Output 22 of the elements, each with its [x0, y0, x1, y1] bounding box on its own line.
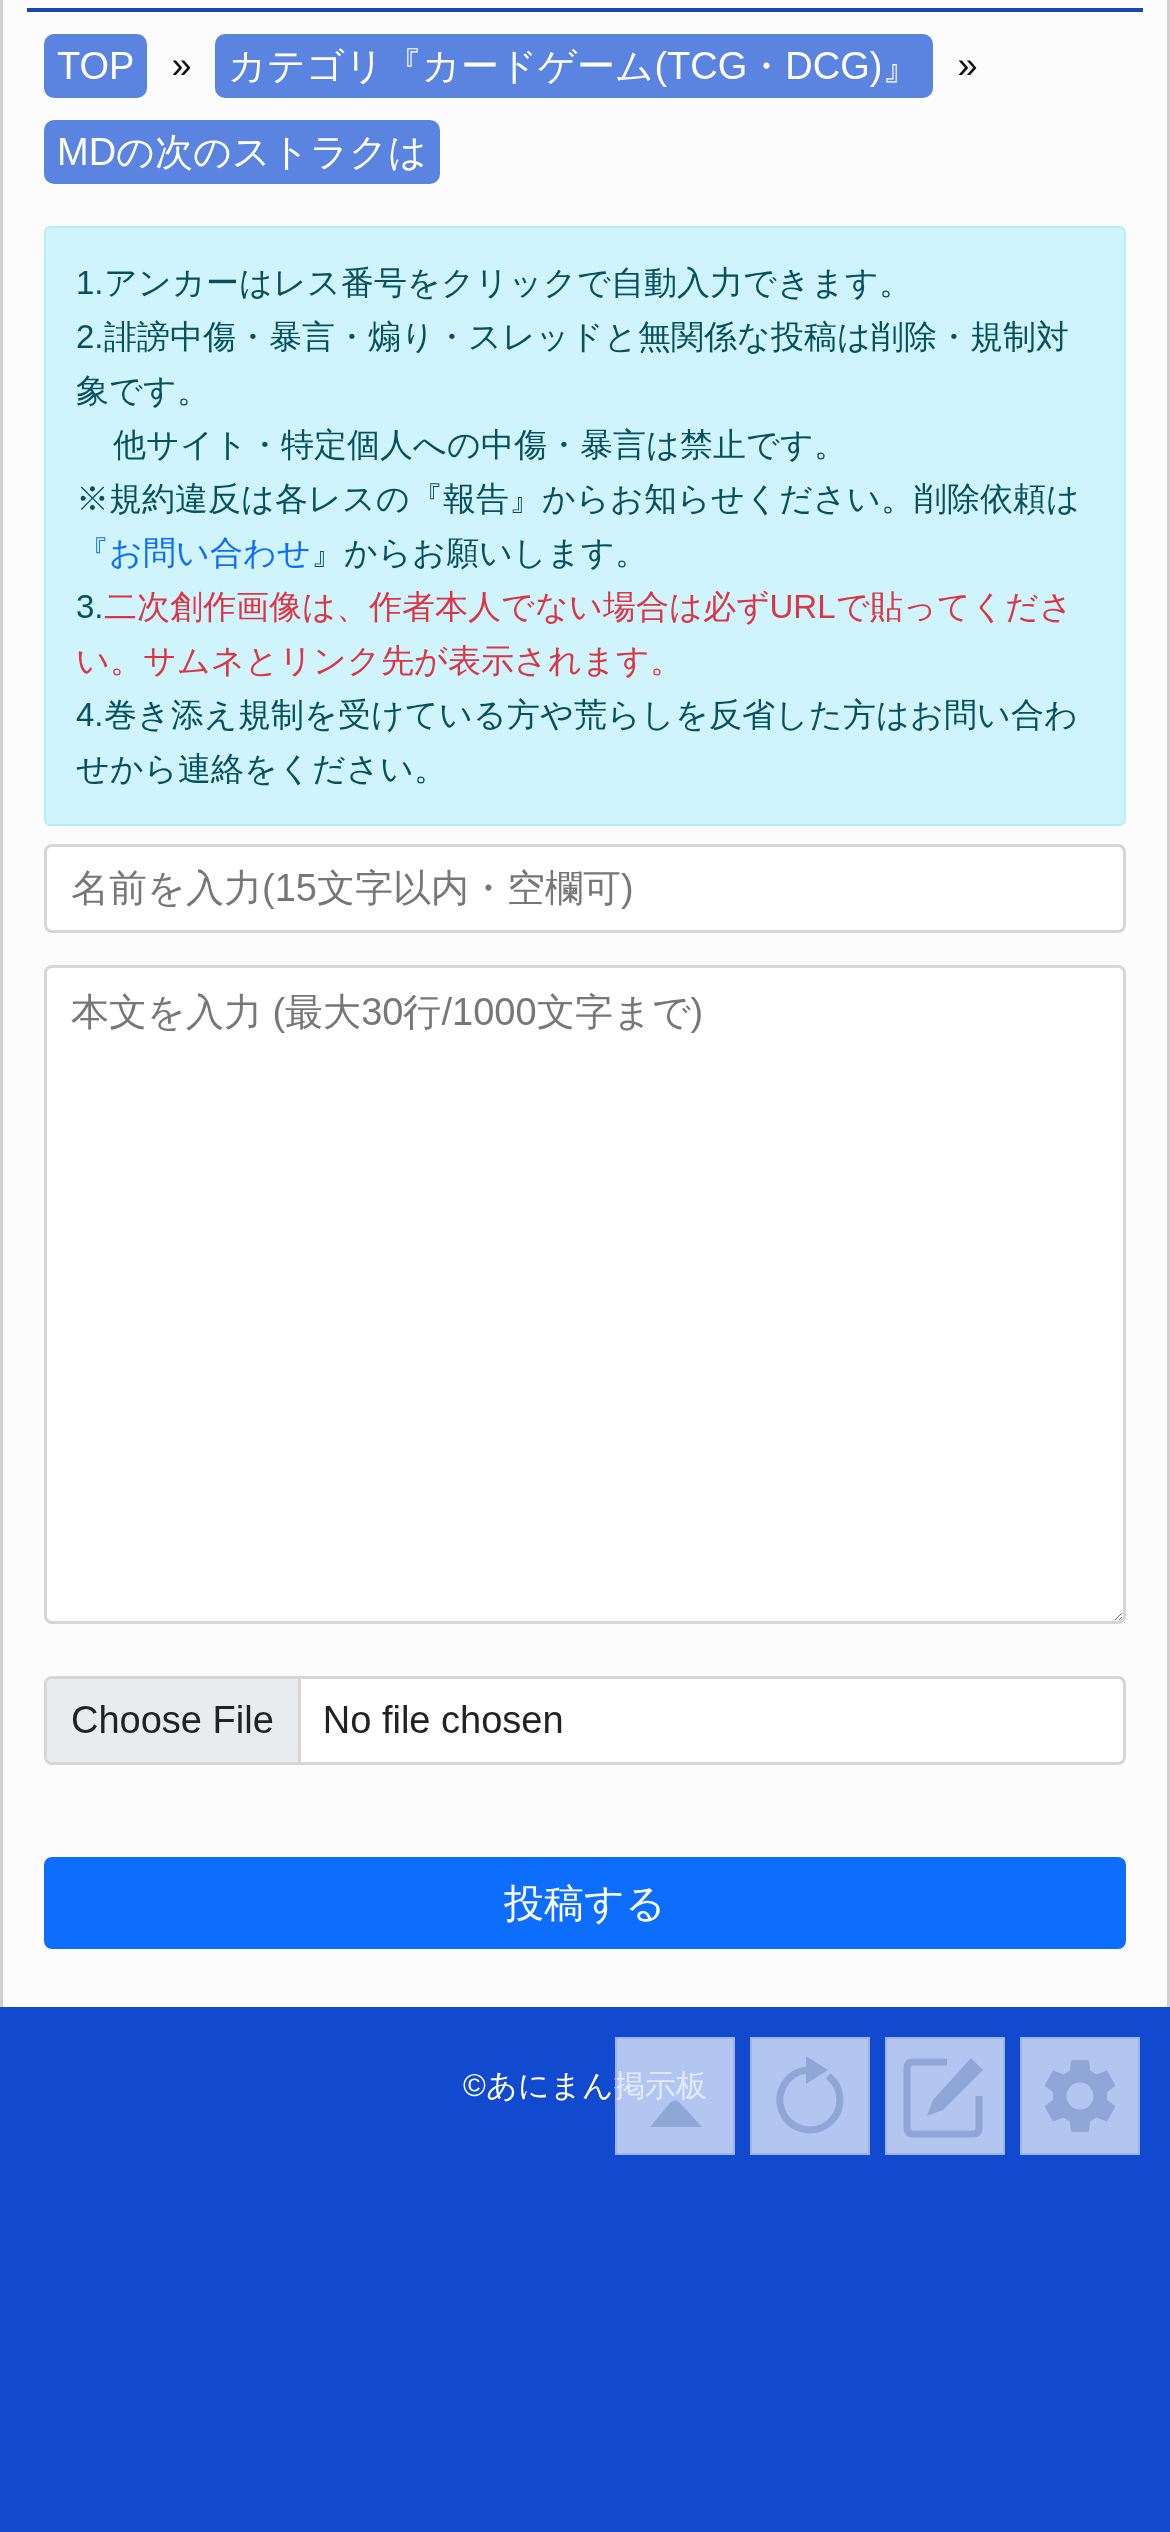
notice-text: 2.誹謗中傷・暴言・煽り・スレッドと無関係な投稿は削除・規制対象です。: [76, 317, 1070, 411]
file-input[interactable]: Choose File No file chosen: [44, 1676, 1126, 1765]
notice-text: 3.二次創作画像は、作者本人でない場合は必ずURLで貼ってください。サムネとリンク先が表示されます。: [76, 587, 1074, 681]
scroll-top-button[interactable]: [615, 2037, 735, 2155]
submit-button[interactable]: 投稿する: [44, 1857, 1126, 1949]
contact-link[interactable]: 『お問い合わせ: [76, 534, 311, 571]
breadcrumb-link[interactable]: TOP: [44, 34, 148, 98]
choose-file-button[interactable]: Choose File: [47, 1679, 301, 1762]
body-field[interactable]: 本文を入力 (最大30行/1000文字まで): [44, 965, 1126, 1624]
settings-button[interactable]: [1020, 2037, 1140, 2155]
file-status: No file chosen: [321, 1698, 565, 1743]
breadcrumb-separator: »: [957, 44, 978, 88]
breadcrumb-separator: »: [171, 44, 192, 88]
notice-text: 1.アンカーはレス番号をクリックで自動入力できます。: [76, 263, 913, 303]
edit-button[interactable]: [885, 2037, 1005, 2155]
notice-text: ※規約違反は各レスの『報告』からお知らせください。削除依頼は 『お問い合わせ』からお願いします。: [76, 479, 1081, 573]
breadcrumb-link[interactable]: カテゴリ『カードゲーム(TCG・DCG)』: [215, 34, 934, 98]
breadcrumb-link[interactable]: MDの次のストラクは: [44, 120, 441, 184]
notice-text: 4.巻き添え規制を受けている方や荒らしを反省した方はお問い合わせから連絡をください。: [76, 695, 1079, 789]
reload-button[interactable]: [750, 2037, 870, 2155]
notice-text: 他サイト・特定個人への中傷・暴言は禁止です。: [112, 425, 848, 465]
name-field[interactable]: 名前を入力(15文字以内・空欄可): [44, 844, 1126, 933]
